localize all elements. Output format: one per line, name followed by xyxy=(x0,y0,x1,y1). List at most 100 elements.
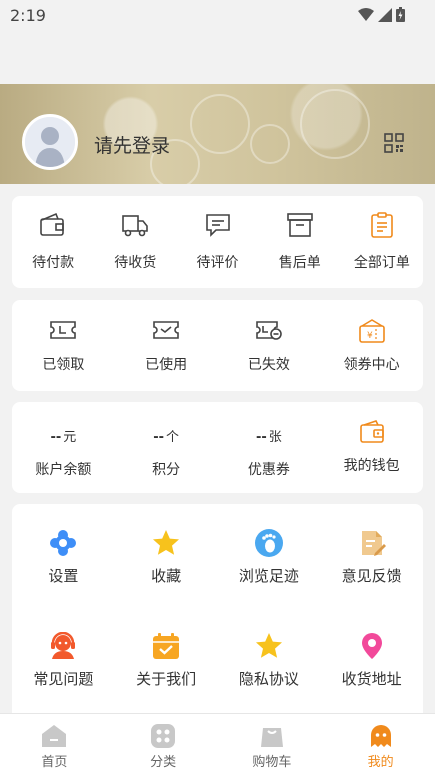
coupon-label: 已失效 xyxy=(247,357,290,373)
ticket-check-icon xyxy=(153,321,179,339)
service-label: 浏览足迹 xyxy=(238,567,299,585)
assets-card: -- 元 账户余额 -- 个 积分 -- 张 优惠券 我的钱包 xyxy=(12,402,423,493)
login-prompt[interactable]: 请先登录 xyxy=(94,131,170,158)
services-card: 设置 收藏 浏览足迹 意见反馈 常见问题 关于我们 隐私协议 收货地址 xyxy=(12,504,423,713)
status-time: 2:19 xyxy=(10,6,46,25)
order-pending-receipt[interactable]: 待收货 xyxy=(94,212,176,272)
tab-cart[interactable]: 购物车 xyxy=(218,714,327,773)
footprint-icon xyxy=(254,529,283,557)
tab-label: 首页 xyxy=(41,755,68,770)
service-label: 隐私协议 xyxy=(238,670,299,688)
balance-value: -- 元 xyxy=(50,430,77,445)
service-label: 收藏 xyxy=(151,567,182,585)
wallet-icon xyxy=(40,212,64,236)
coupon-center[interactable]: ¥ 领券中心 xyxy=(320,318,423,374)
star-icon xyxy=(255,633,282,658)
services-row-1: 设置 收藏 浏览足迹 意见反馈 xyxy=(12,529,423,586)
mine-icon xyxy=(370,725,391,747)
tab-mine[interactable]: 我的 xyxy=(326,714,435,773)
order-all[interactable]: 全部订单 xyxy=(341,212,423,272)
ticket-expired-icon xyxy=(256,321,282,340)
top-spacer xyxy=(0,30,435,84)
star-icon xyxy=(153,530,180,555)
order-pending-payment[interactable]: 待付款 xyxy=(12,212,94,272)
decor-swirl xyxy=(190,94,250,154)
default-avatar-icon xyxy=(25,117,75,167)
order-label: 售后单 xyxy=(278,255,321,271)
asset-label: 优惠券 xyxy=(247,462,290,478)
service-label: 关于我们 xyxy=(136,670,197,688)
coupon-count-value: -- 张 xyxy=(255,430,282,445)
service-label: 收货地址 xyxy=(341,670,402,688)
decor-swirl xyxy=(300,89,370,159)
tab-label: 我的 xyxy=(367,755,394,770)
coupon-center-icon: ¥ xyxy=(358,319,385,343)
order-label: 待评价 xyxy=(196,255,239,271)
gear-icon xyxy=(50,530,77,556)
coupon-count[interactable]: -- 张 优惠券 xyxy=(218,428,321,479)
assets-row: -- 元 账户余额 -- 个 积分 -- 张 优惠券 我的钱包 xyxy=(12,420,423,479)
tab-label: 分类 xyxy=(150,755,177,770)
service-address[interactable]: 收货地址 xyxy=(320,632,423,689)
clipboard-icon xyxy=(371,212,393,238)
order-after-sales[interactable]: 售后单 xyxy=(259,212,341,272)
feedback-icon xyxy=(361,531,386,556)
qr-code-icon[interactable] xyxy=(384,133,404,153)
tab-label: 购物车 xyxy=(252,755,292,770)
system-icons xyxy=(358,7,405,22)
service-label: 设置 xyxy=(48,567,79,585)
service-settings[interactable]: 设置 xyxy=(12,529,115,586)
coupon-expired[interactable]: 已失效 xyxy=(218,318,321,374)
location-pin-icon xyxy=(361,633,382,659)
my-wallet[interactable]: 我的钱包 xyxy=(320,420,423,479)
asset-label: 我的钱包 xyxy=(343,458,400,474)
service-history[interactable]: 浏览足迹 xyxy=(218,529,321,586)
service-favorites[interactable]: 收藏 xyxy=(115,529,218,586)
order-label: 全部订单 xyxy=(353,255,410,271)
points[interactable]: -- 个 积分 xyxy=(115,428,218,479)
service-faq[interactable]: 常见问题 xyxy=(12,632,115,689)
battery-icon xyxy=(396,7,405,22)
comment-icon xyxy=(205,214,230,237)
wifi-icon xyxy=(358,7,374,21)
orders-card: 待付款 待收货 待评价 售后单 全部订单 xyxy=(12,196,423,288)
service-privacy[interactable]: 隐私协议 xyxy=(218,632,321,689)
ticket-icon xyxy=(50,321,77,339)
cart-icon xyxy=(260,728,283,747)
headset-icon xyxy=(51,632,76,659)
order-pending-review[interactable]: 待评价 xyxy=(176,212,258,272)
order-label: 待付款 xyxy=(32,255,75,271)
service-label: 常见问题 xyxy=(33,670,94,688)
coupon-label: 已使用 xyxy=(145,357,188,373)
service-about[interactable]: 关于我们 xyxy=(115,632,218,689)
account-balance[interactable]: -- 元 账户余额 xyxy=(12,428,115,479)
orders-row: 待付款 待收货 待评价 售后单 全部订单 xyxy=(12,212,423,272)
points-value: -- 个 xyxy=(153,430,180,445)
tab-category[interactable]: 分类 xyxy=(109,714,218,773)
truck-icon xyxy=(122,215,149,237)
coupon-received[interactable]: 已领取 xyxy=(12,318,115,374)
tab-home[interactable]: 首页 xyxy=(0,714,109,773)
order-label: 待收货 xyxy=(114,255,157,271)
services-row-2: 常见问题 关于我们 隐私协议 收货地址 xyxy=(12,632,423,689)
coupons-row: 已领取 已使用 已失效 ¥ 领券中心 xyxy=(12,318,423,374)
calendar-check-icon xyxy=(153,633,180,659)
wallet-icon xyxy=(359,420,384,443)
coupon-used[interactable]: 已使用 xyxy=(115,318,218,374)
bottom-tab-bar: 首页 分类 购物车 我的 xyxy=(0,713,435,773)
box-icon xyxy=(286,213,313,237)
coupon-label: 领券中心 xyxy=(343,357,400,373)
asset-label: 账户余额 xyxy=(35,462,92,478)
asset-label: 积分 xyxy=(152,462,181,478)
coupon-label: 已领取 xyxy=(42,357,85,373)
service-feedback[interactable]: 意见反馈 xyxy=(320,529,423,586)
home-icon xyxy=(42,725,67,747)
category-icon xyxy=(151,724,176,748)
status-bar: 2:19 xyxy=(0,0,435,30)
svg-text:¥: ¥ xyxy=(367,331,373,341)
service-label: 意见反馈 xyxy=(341,567,402,585)
coupons-card: 已领取 已使用 已失效 ¥ 领券中心 xyxy=(12,300,423,391)
signal-icon xyxy=(378,7,392,22)
decor-swirl xyxy=(250,124,290,164)
avatar[interactable] xyxy=(22,114,78,170)
